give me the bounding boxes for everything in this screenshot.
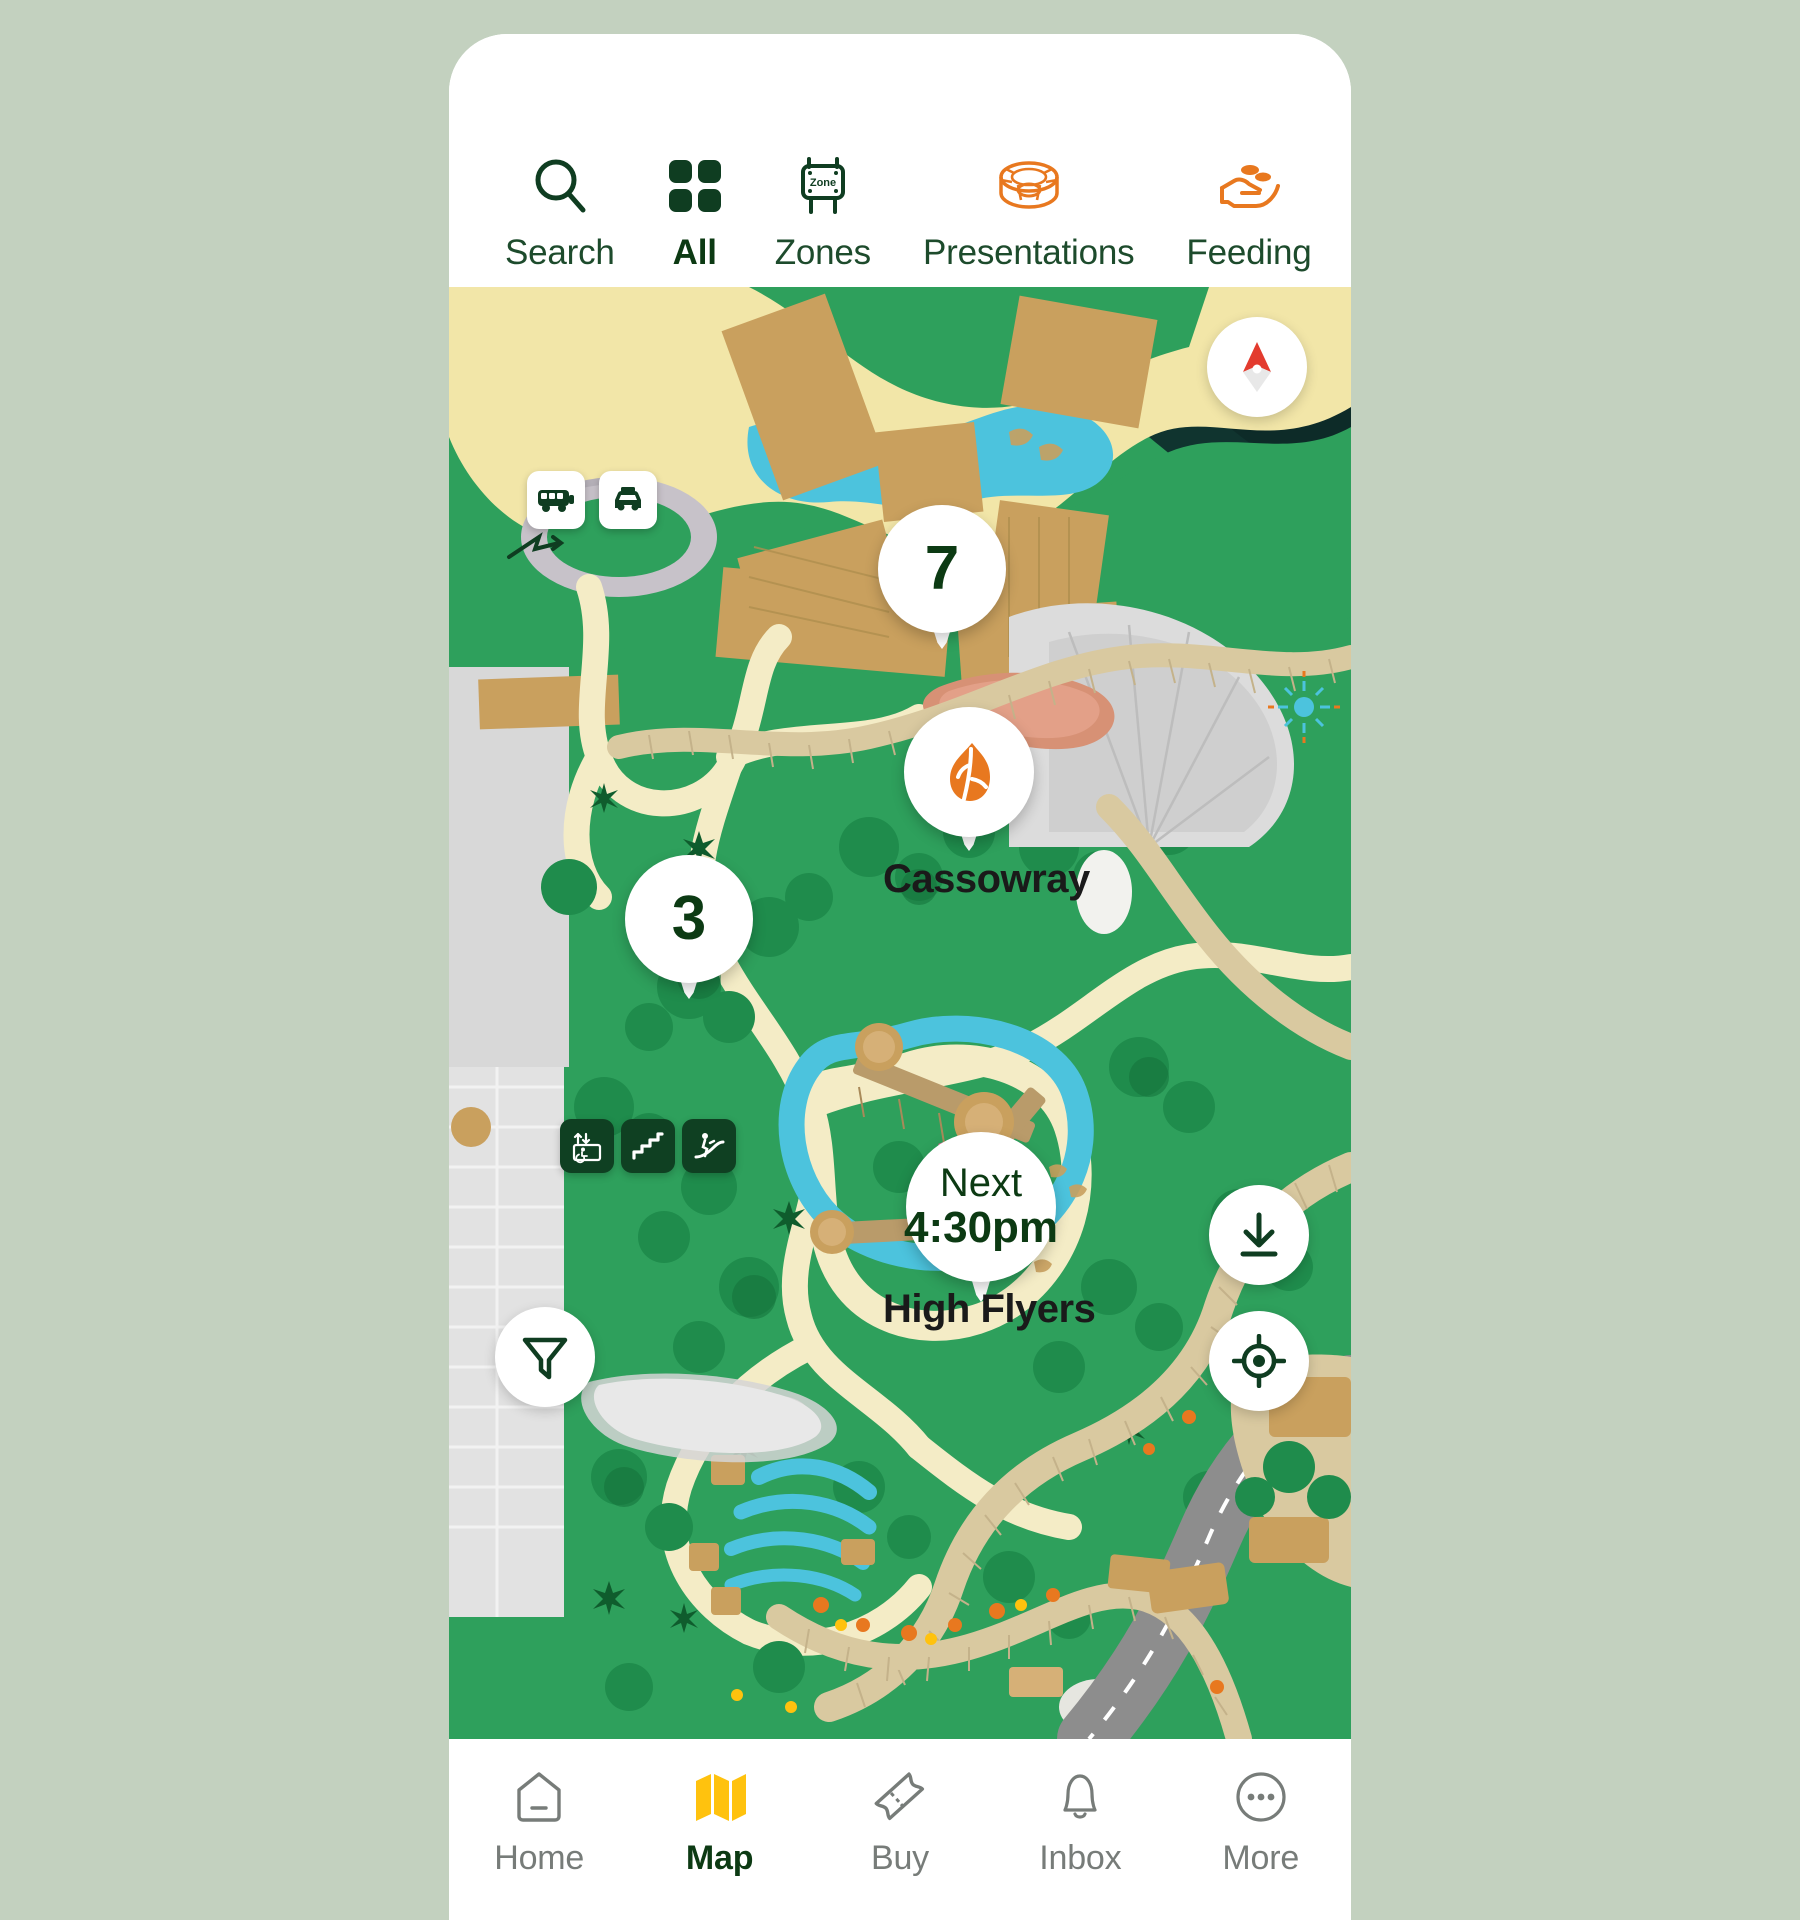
tab-label-search: Search — [505, 233, 615, 272]
elevator-accessible-icon — [569, 1128, 605, 1164]
nav-label-home: Home — [494, 1839, 585, 1877]
tab-label-zones: Zones — [774, 233, 871, 272]
cluster-count: 3 — [671, 884, 707, 953]
nav-label-map: Map — [685, 1839, 754, 1877]
cluster-count: 7 — [924, 534, 960, 603]
nav-item-home[interactable]: Home — [459, 1767, 619, 1878]
nav-item-buy[interactable]: Buy — [820, 1767, 980, 1878]
tab-all[interactable]: All — [667, 155, 723, 273]
map-badge-elevator[interactable] — [560, 1119, 614, 1173]
filter-button[interactable] — [495, 1307, 595, 1407]
map-label-high-flyers: High Flyers — [883, 1287, 1096, 1331]
stairs-icon — [631, 1129, 665, 1163]
map-pin-cluster-3[interactable]: 3 — [609, 847, 753, 1007]
escalator-icon — [692, 1129, 726, 1163]
nav-item-inbox[interactable]: Inbox — [1000, 1767, 1160, 1878]
svg-text:Zone: Zone — [810, 177, 836, 189]
home-icon — [513, 1767, 565, 1827]
nav-item-more[interactable]: More — [1181, 1767, 1341, 1878]
pin-bubble: Next 4:30pm — [903, 1132, 1059, 1282]
map-pin-cassowray[interactable] — [904, 707, 1034, 862]
filter-icon — [520, 1332, 570, 1382]
tab-label-presentations: Presentations — [922, 233, 1135, 272]
map-badge-taxi[interactable] — [599, 471, 657, 529]
locate-me-button[interactable] — [1209, 1311, 1309, 1411]
tab-presentations[interactable]: Presentations — [922, 155, 1135, 273]
bus-icon — [537, 487, 575, 513]
ticket-icon — [872, 1767, 928, 1827]
screen-root: Search All Zone Zones Presentations Feed… — [0, 0, 1800, 1920]
zone-sign-icon: Zone — [795, 155, 851, 217]
bell-icon — [1054, 1767, 1106, 1827]
nav-item-map[interactable]: Map — [640, 1767, 800, 1878]
tab-label-all: All — [672, 233, 717, 272]
bottom-navigation: Home Map Buy Inbox More — [449, 1739, 1351, 1920]
tab-search[interactable]: Search — [505, 155, 615, 273]
phone-frame: Search All Zone Zones Presentations Feed… — [449, 34, 1351, 1920]
search-icon — [529, 155, 591, 217]
nav-label-inbox: Inbox — [1039, 1839, 1122, 1877]
park-map[interactable]: 7 3 Cassowray Next 4:30pm High Flyers — [449, 287, 1351, 1739]
map-badge-stairs[interactable] — [621, 1119, 675, 1173]
map-badge-escalator[interactable] — [682, 1119, 736, 1173]
map-pin-cluster-7[interactable]: 7 — [862, 497, 1006, 657]
tab-feeding[interactable]: Feeding — [1186, 155, 1312, 273]
map-label-cassowray: Cassowray — [883, 857, 1090, 901]
ellipsis-icon — [1234, 1767, 1288, 1827]
compass-icon — [1231, 336, 1283, 398]
map-badge-bus[interactable] — [527, 471, 585, 529]
compass-button[interactable] — [1207, 317, 1307, 417]
locate-icon — [1232, 1334, 1286, 1388]
pin-bubble: 7 — [878, 505, 1006, 633]
download-icon — [1233, 1209, 1285, 1261]
download-map-button[interactable] — [1209, 1185, 1309, 1285]
map-pin-high-flyers[interactable]: Next 4:30pm — [903, 1132, 1059, 1310]
nav-label-more: More — [1222, 1839, 1300, 1877]
tab-zones[interactable]: Zone Zones — [775, 155, 871, 273]
category-tab-bar: Search All Zone Zones Presentations Feed… — [449, 34, 1351, 287]
orange-leaf-icon — [938, 739, 1000, 805]
hand-feeding-icon — [1216, 155, 1282, 217]
pin-bubble — [904, 707, 1034, 837]
event-time: 4:30pm — [903, 1202, 1059, 1252]
amphitheatre-icon — [997, 155, 1061, 217]
map-icon — [692, 1767, 748, 1827]
grid-icon — [667, 155, 723, 217]
pin-bubble: 3 — [625, 855, 753, 983]
taxi-icon — [610, 486, 646, 514]
nav-label-buy: Buy — [870, 1839, 929, 1877]
event-next-label: Next — [939, 1160, 1023, 1205]
tab-label-feeding: Feeding — [1186, 233, 1312, 272]
